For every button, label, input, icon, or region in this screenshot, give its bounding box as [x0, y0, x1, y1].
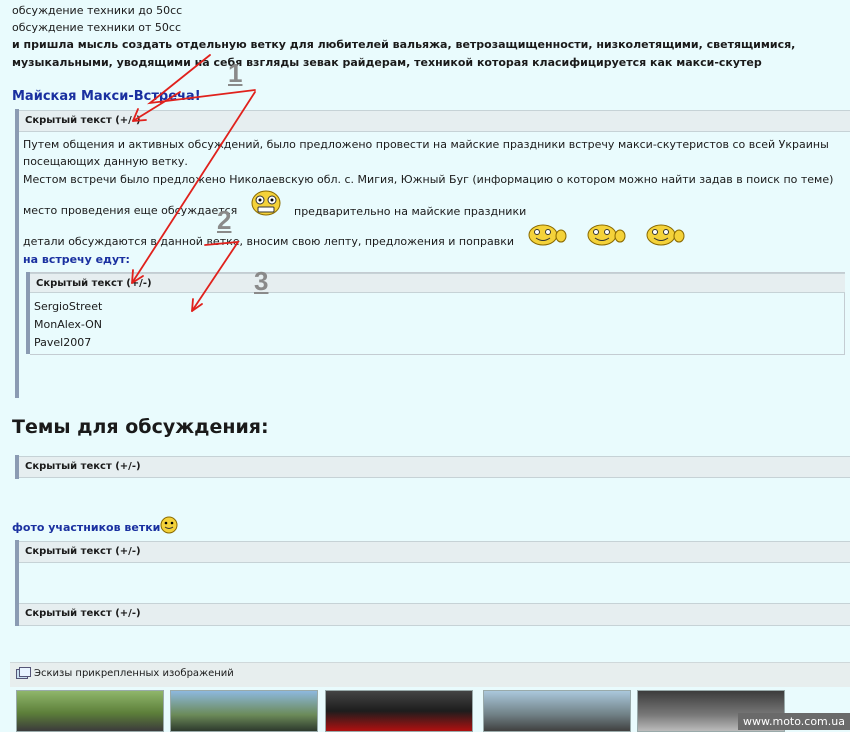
annotation-arrows	[131, 54, 256, 312]
